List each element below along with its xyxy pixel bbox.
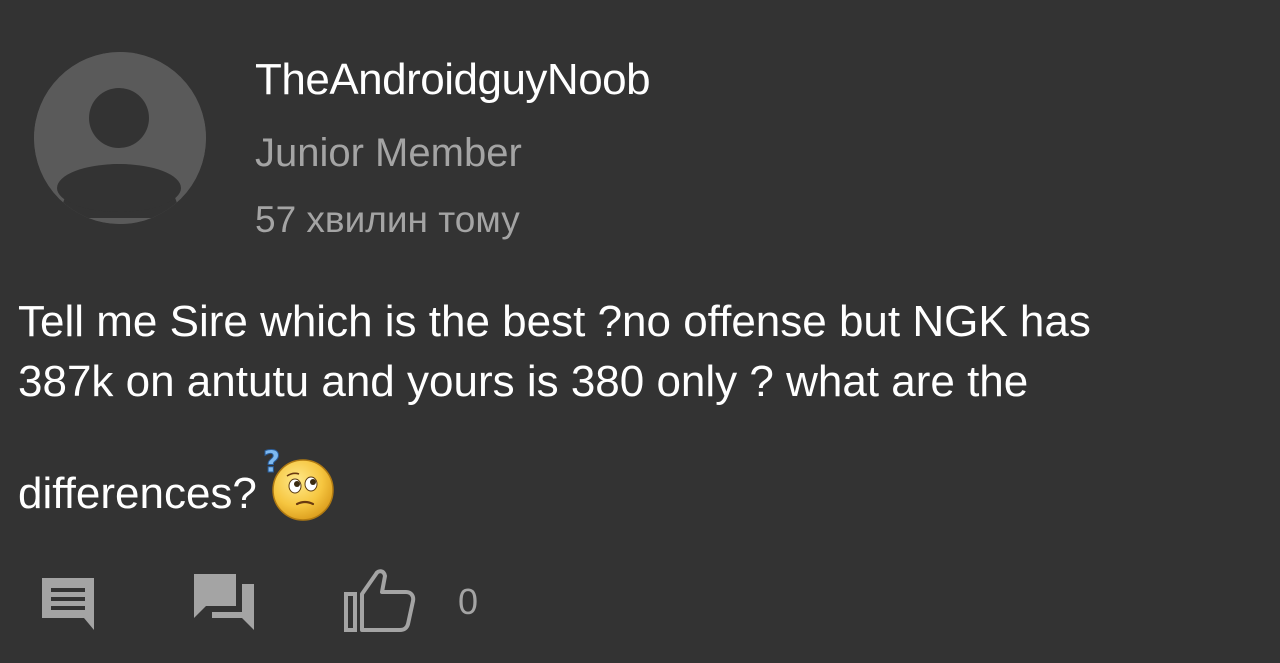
comment-text-line: Tell me Sire which is the best ?no offen… — [18, 297, 1091, 346]
reply-icon[interactable] — [38, 574, 98, 632]
thinking-confused-emoji-icon: ? — [259, 445, 337, 522]
comment-actions-bar: 0 — [0, 560, 1280, 640]
author-name[interactable]: TheAndroidguyNoob — [255, 54, 651, 106]
like-count: 0 — [458, 581, 479, 622]
author-avatar[interactable] — [34, 52, 206, 224]
author-rank: Junior Member — [255, 131, 522, 175]
comment-text-line: differences? — [18, 469, 257, 518]
comment-text-line: 387k on antutu and yours is 380 only ? w… — [18, 357, 1029, 406]
thumbs-up-icon[interactable] — [342, 566, 418, 634]
svg-text:?: ? — [263, 446, 280, 480]
chat-icon[interactable] — [192, 572, 256, 632]
comment-timestamp: 57 хвилин тому — [255, 199, 520, 240]
comment-body: Tell me Sire which is the best ?no offen… — [18, 292, 1268, 524]
comment-text-line-with-emoji: differences? ? — [18, 445, 1268, 524]
default-user-avatar-icon — [34, 52, 206, 224]
